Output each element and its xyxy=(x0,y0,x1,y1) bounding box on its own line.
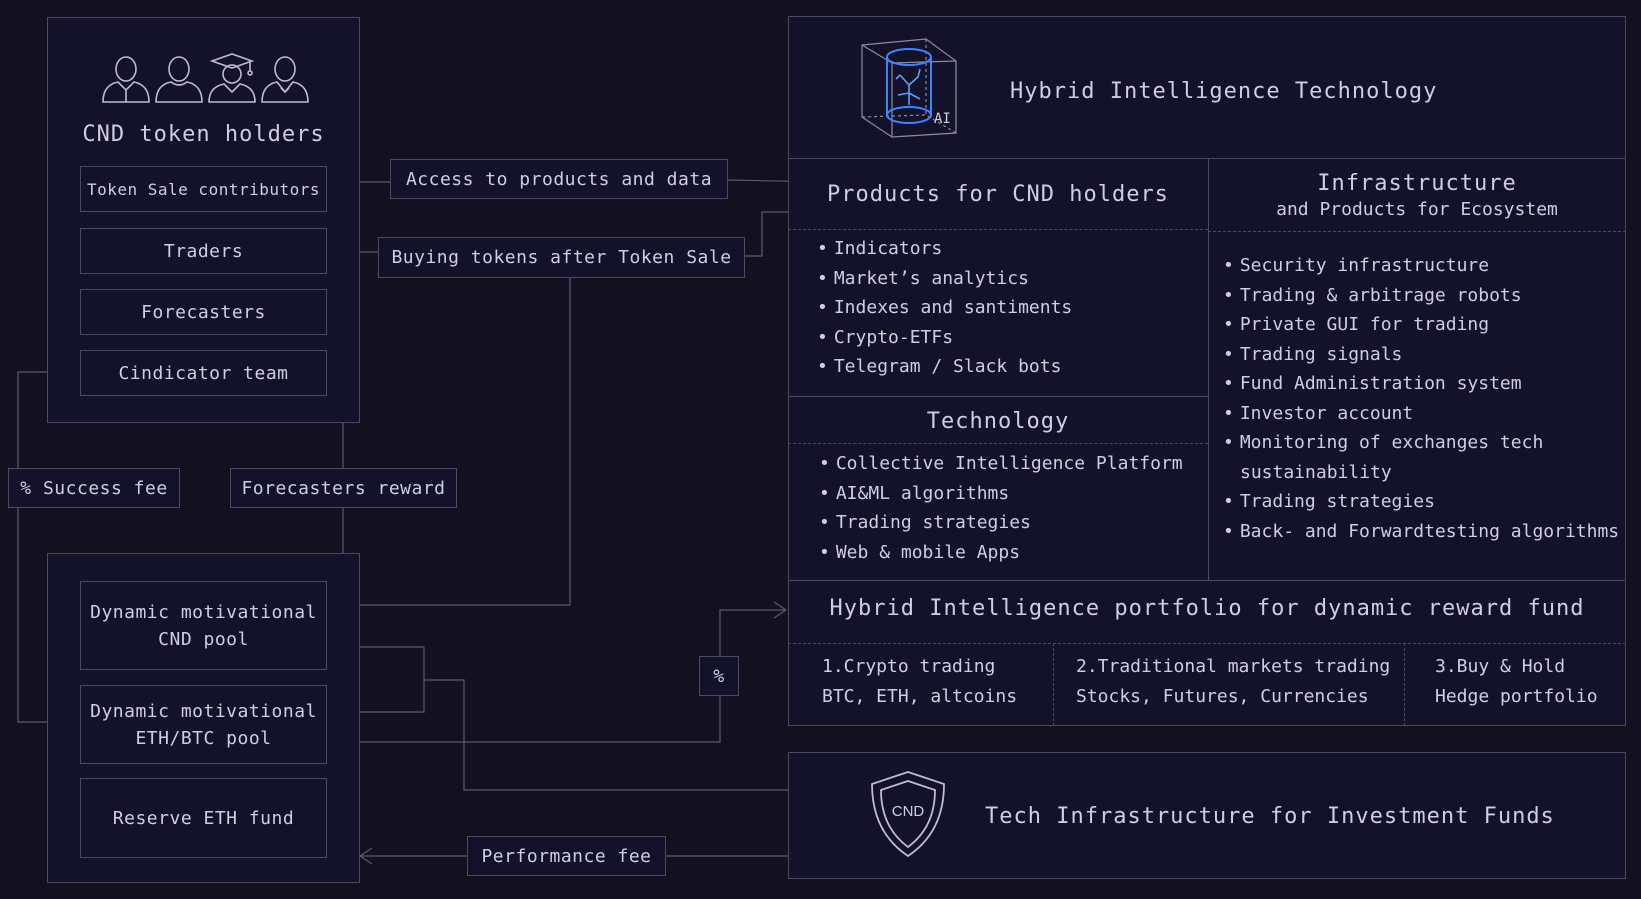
list-item: Back- and Forwardtesting algorithms xyxy=(1223,517,1619,547)
list-item: Security infrastructure xyxy=(1223,251,1619,281)
portfolio-col-divider-2 xyxy=(1404,643,1405,726)
list-item: Indicators xyxy=(817,234,1072,264)
person-icon xyxy=(155,56,203,103)
cnd-pool: Dynamic motivational CND pool xyxy=(80,581,327,670)
buying-down-line xyxy=(328,278,571,606)
list-item: Trading signals xyxy=(1223,340,1619,370)
hit-vertical-divider xyxy=(1208,158,1209,580)
people-icon xyxy=(102,53,309,103)
hit-title: Hybrid Intelligence Technology xyxy=(1010,79,1438,104)
list-item: AI&ML algorithms xyxy=(819,479,1183,509)
infrastructure-dashed-divider xyxy=(1208,231,1626,232)
forecasters-reward-label: Forecasters reward xyxy=(230,468,457,508)
ai-cube-icon: AI xyxy=(861,38,957,138)
success-fee-label: % Success fee xyxy=(8,468,180,508)
percent-label: % xyxy=(699,656,739,696)
buying-tokens-label: Buying tokens after Token Sale xyxy=(378,237,745,278)
list-item: Collective Intelligence Platform xyxy=(819,449,1183,479)
portfolio-title: Hybrid Intelligence portfolio for dynami… xyxy=(829,596,1585,621)
portfolio-col-title: 2.Traditional markets trading xyxy=(1076,656,1391,677)
holder-token-sale-contributors: Token Sale contributors xyxy=(80,166,327,212)
list-item: Market’s analytics xyxy=(817,264,1072,294)
list-item: Web & mobile Apps xyxy=(819,538,1183,568)
list-item: Trading & arbitrage robots xyxy=(1223,281,1619,311)
holder-traders: Traders xyxy=(80,228,327,274)
list-item: Telegram / Slack bots xyxy=(817,352,1072,382)
portfolio-col-title: 1.Crypto trading xyxy=(822,656,996,677)
holder-cindicator-team: Cindicator team xyxy=(80,350,327,396)
token-holders-title: CND token holders xyxy=(82,122,325,147)
shield-label: CND xyxy=(892,803,925,820)
holder-forecasters: Forecasters xyxy=(80,289,327,335)
list-item-continued: sustainability xyxy=(1240,461,1392,483)
products-list: Indicators Market’s analytics Indexes an… xyxy=(817,234,1072,382)
portfolio-col-traditional: 2.Traditional markets trading Stocks, Fu… xyxy=(1076,652,1390,712)
person-icon xyxy=(261,56,309,103)
portfolio-col-detail: Stocks, Futures, Currencies xyxy=(1076,686,1369,707)
products-dashed-divider xyxy=(788,229,1208,230)
portfolio-col-buy-hold: 3.Buy & Hold Hedge portfolio xyxy=(1435,652,1598,712)
technology-list: Collective Intelligence Platform AI&ML a… xyxy=(819,449,1183,567)
list-item: Private GUI for trading xyxy=(1223,310,1619,340)
products-title: Products for CND holders xyxy=(827,182,1169,207)
list-item: Indexes and santiments xyxy=(817,293,1072,323)
cnd-shield-icon: CND xyxy=(871,771,945,858)
list-item: Trading strategies xyxy=(1223,487,1619,517)
infrastructure-list: Security infrastructure Trading & arbitr… xyxy=(1223,251,1619,546)
portfolio-col-detail: Hedge portfolio xyxy=(1435,686,1598,707)
ai-icon-label: AI xyxy=(934,111,951,127)
list-item: Monitoring of exchanges tech xyxy=(1223,428,1619,458)
list-item: Fund Administration system xyxy=(1223,369,1619,399)
graduate-icon xyxy=(208,53,256,103)
cnd-pool-line-1: Dynamic motivational xyxy=(90,601,317,623)
hit-title-divider xyxy=(788,158,1626,159)
list-item: Trading strategies xyxy=(819,508,1183,538)
infrastructure-subtitle: and Products for Ecosystem xyxy=(1276,199,1558,220)
tech-infra-title: Tech Infrastructure for Investment Funds xyxy=(985,804,1555,829)
portfolio-divider xyxy=(788,580,1626,581)
infrastructure-title: Infrastructure xyxy=(1317,171,1517,196)
list-item: Investor account xyxy=(1223,399,1619,429)
performance-fee-label: Performance fee xyxy=(467,836,666,876)
technology-dashed-divider xyxy=(788,443,1208,444)
technology-divider xyxy=(788,396,1208,397)
technology-title: Technology xyxy=(926,409,1070,434)
person-icon xyxy=(102,56,150,103)
cnd-pool-line-2: CND pool xyxy=(158,628,249,650)
reserve-eth-fund: Reserve ETH fund xyxy=(80,778,327,858)
portfolio-col-crypto: 1.Crypto trading BTC, ETH, altcoins xyxy=(822,652,1017,712)
portfolio-col-title: 3.Buy & Hold xyxy=(1435,656,1566,677)
list-item: Crypto-ETFs xyxy=(817,323,1072,353)
tech-to-pools-line xyxy=(424,679,788,791)
ethbtc-pool: Dynamic motivational ETH/BTC pool xyxy=(80,685,327,764)
ethbtc-pool-line-1: Dynamic motivational xyxy=(90,700,317,722)
portfolio-dashed-divider xyxy=(788,643,1626,644)
access-products-label: Access to products and data xyxy=(390,159,728,199)
ethbtc-pool-line-2: ETH/BTC pool xyxy=(135,727,272,749)
portfolio-col-divider-1 xyxy=(1053,643,1054,726)
portfolio-col-detail: BTC, ETH, altcoins xyxy=(822,686,1018,707)
